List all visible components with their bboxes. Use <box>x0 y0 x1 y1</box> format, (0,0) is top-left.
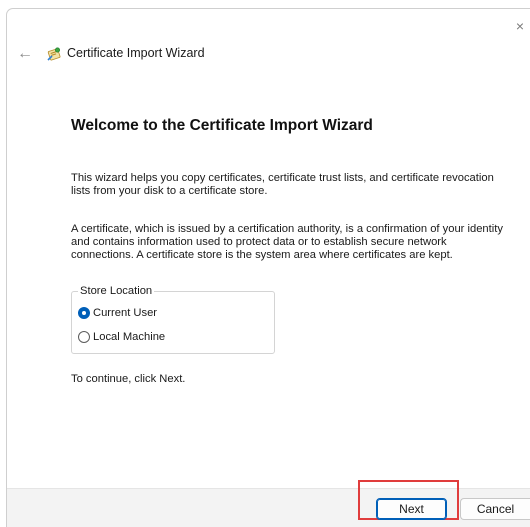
radio-unselected-icon[interactable] <box>78 331 90 343</box>
wizard-header: ← Certificate Import Wizard <box>7 43 530 65</box>
next-button[interactable]: Next <box>376 498 447 520</box>
close-icon: × <box>515 18 525 34</box>
certificate-icon <box>47 47 61 61</box>
radio-selected-icon[interactable] <box>78 307 90 319</box>
radio-current-user[interactable]: Current User <box>78 305 157 321</box>
wizard-window: × ← Certificate Import Wizard Welcome to… <box>6 8 530 527</box>
close-button[interactable]: × <box>509 15 530 37</box>
back-arrow-icon: ← <box>17 45 33 62</box>
radio-label-local-machine: Local Machine <box>93 331 166 343</box>
store-location-group: Store Location Current User Local Machin… <box>71 285 275 354</box>
continue-instruction: To continue, click Next. <box>71 373 186 385</box>
cancel-button[interactable]: Cancel <box>460 498 530 520</box>
certificate-description: A certificate, which is issued by a cert… <box>71 223 503 261</box>
intro-paragraph: This wizard helps you copy certificates,… <box>71 172 494 197</box>
window-title: Certificate Import Wizard <box>67 46 205 60</box>
store-location-legend: Store Location <box>78 285 155 297</box>
radio-local-machine[interactable]: Local Machine <box>78 329 165 345</box>
page-heading: Welcome to the Certificate Import Wizard <box>71 117 373 134</box>
back-button[interactable]: ← <box>16 43 34 65</box>
radio-label-current-user: Current User <box>93 307 158 319</box>
